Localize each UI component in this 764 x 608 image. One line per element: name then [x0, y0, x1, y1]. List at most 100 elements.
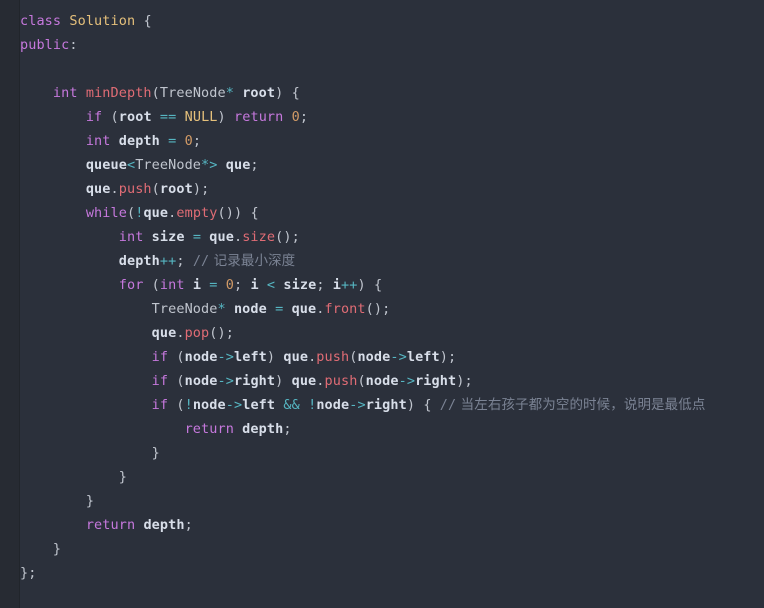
code-line[interactable]: int minDepth(TreeNode* root) { — [20, 81, 764, 105]
code-token: { — [373, 277, 383, 293]
code-token: ; — [28, 565, 37, 581]
code-token: i — [250, 277, 259, 293]
code-line[interactable]: depth++; // 记录最小深度 — [20, 249, 764, 273]
code-token: } — [118, 469, 127, 485]
code-line[interactable]: return depth; — [20, 513, 764, 537]
code-token: < — [126, 157, 136, 173]
code-line-blank[interactable] — [20, 57, 764, 81]
code-token: if — [151, 397, 169, 413]
code-token: depth — [143, 517, 185, 533]
code-token: ) — [233, 205, 243, 221]
code-line[interactable]: if (node->right) que.push(node->right); — [20, 369, 764, 393]
code-line[interactable]: class Solution { — [20, 9, 764, 33]
code-token: root — [159, 181, 193, 197]
code-token: && — [283, 397, 300, 413]
code-token: que — [283, 349, 309, 365]
code-line[interactable]: } — [20, 441, 764, 465]
code-token: ) — [357, 277, 366, 293]
code-token: i — [332, 277, 342, 293]
code-token: root — [118, 109, 152, 125]
code-line[interactable]: } — [20, 537, 764, 561]
code-token: public — [20, 37, 70, 53]
code-line[interactable]: return depth; — [20, 417, 764, 441]
code-token: int — [85, 133, 111, 149]
code-line[interactable]: } — [20, 465, 764, 489]
code-token: { — [250, 205, 259, 221]
code-token: ; — [176, 253, 185, 269]
code-token: que — [225, 157, 251, 173]
code-token: ; — [192, 133, 202, 149]
code-token: i — [192, 277, 202, 293]
code-token: ++ — [159, 253, 177, 269]
code-token: node — [357, 349, 391, 365]
code-line[interactable]: TreeNode* node = que.front(); — [20, 297, 764, 321]
code-token: ( — [151, 85, 160, 101]
code-token: node — [316, 397, 350, 413]
code-line[interactable]: int depth = 0; — [20, 129, 764, 153]
code-line[interactable]: int size = que.size(); — [20, 225, 764, 249]
code-token: ; — [250, 157, 259, 173]
code-token: ) — [217, 325, 226, 341]
code-token: { — [423, 397, 432, 413]
code-line[interactable]: } — [20, 489, 764, 513]
code-token: empty — [176, 205, 218, 221]
code-token: } — [52, 541, 62, 557]
code-token: ; — [225, 325, 234, 341]
code-token: if — [151, 373, 169, 389]
code-editor[interactable]: class Solution {public: int minDepth(Tre… — [0, 0, 764, 608]
code-line[interactable]: while(!que.empty()) { — [20, 201, 764, 225]
code-token: > — [209, 157, 218, 173]
code-line[interactable]: que.push(root); — [20, 177, 764, 201]
code-token: { — [291, 85, 300, 101]
code-content[interactable]: class Solution {public: int minDepth(Tre… — [20, 9, 764, 608]
code-line[interactable]: for (int i = 0; i < size; i++) { — [20, 273, 764, 297]
code-token: ; — [316, 277, 325, 293]
code-line[interactable]: que.pop(); — [20, 321, 764, 345]
code-token: ; — [283, 421, 292, 437]
code-token: = — [192, 229, 202, 245]
code-token: } — [151, 445, 160, 461]
code-token: if — [85, 109, 103, 125]
code-token: queue — [85, 157, 127, 173]
code-token: push — [316, 349, 350, 365]
code-token: -> — [225, 397, 243, 413]
code-token: node — [192, 397, 226, 413]
code-token: node — [184, 373, 218, 389]
code-line[interactable]: if (!node->left && !node->right) { // 当左… — [20, 393, 764, 417]
code-token: que — [291, 301, 317, 317]
code-token: int — [52, 85, 78, 101]
code-token: TreeNode — [159, 85, 226, 101]
code-token: // — [439, 397, 457, 413]
code-token: ( — [365, 301, 374, 317]
code-line[interactable]: public: — [20, 33, 764, 57]
code-line[interactable]: }; — [20, 561, 764, 585]
code-token: que — [209, 229, 234, 245]
code-line[interactable]: if (node->left) que.push(node->left); — [20, 345, 764, 369]
code-token: = — [209, 277, 218, 293]
code-token: ; — [291, 229, 300, 245]
code-line[interactable]: queue<TreeNode*> que; — [20, 153, 764, 177]
code-line[interactable]: if (root == NULL) return 0; — [20, 105, 764, 129]
code-token: ) — [406, 397, 416, 413]
code-token: . — [110, 181, 119, 197]
code-token: ; — [448, 349, 457, 365]
